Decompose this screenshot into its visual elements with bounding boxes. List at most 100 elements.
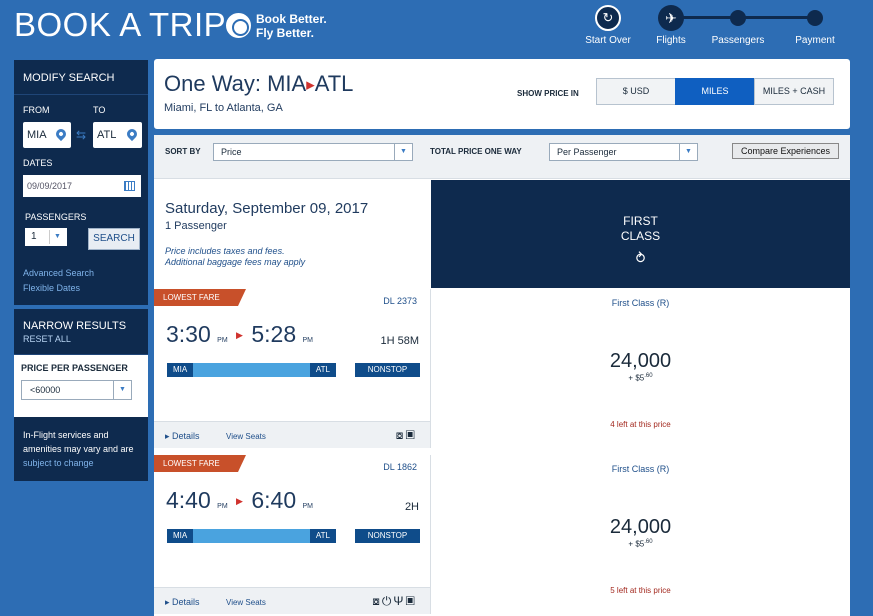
flight-times: 3:30 PM ▶ 5:28 PM <box>166 321 313 348</box>
amenities: ⧇⏻Ψ▣ <box>372 594 417 609</box>
view-seats-link[interactable]: View Seats <box>226 432 266 441</box>
depart-time: 4:40 <box>166 487 211 513</box>
lowest-fare-badge: LOWEST FARE <box>154 289 246 306</box>
step-label: Payment <box>795 35 835 46</box>
flight-footer: ▸ Details View Seats ⧇⏻Ψ▣ <box>154 587 430 614</box>
search-button[interactable]: SEARCH <box>88 228 140 250</box>
price-note-line2: Additional baggage fees may apply <box>165 257 306 267</box>
narrow-results-header: NARROW RESULTS RESET ALL <box>14 309 148 355</box>
flight-row: LOWEST FARE DL 1862 4:40 PM ▶ 6:40 PM 2H… <box>154 455 850 614</box>
step-passengers: Passengers <box>708 5 768 46</box>
from-input[interactable]: MIA <box>23 122 71 148</box>
step-label: Passengers <box>711 35 765 46</box>
subject-to-change-link[interactable]: subject to change <box>23 458 94 468</box>
cash-cents: .60 <box>644 539 653 545</box>
details-link[interactable]: ▸ Details <box>165 431 200 442</box>
view-seats-link[interactable]: View Seats <box>226 598 266 607</box>
route-subtitle: Miami, FL to Atlanta, GA <box>164 102 283 114</box>
tagline-line2: Fly Better. <box>256 26 315 40</box>
chevron-down-icon: ▼ <box>49 230 65 244</box>
chevron-down-icon: ▼ <box>113 381 131 399</box>
seal-icon <box>226 13 251 38</box>
flight-footer: ▸ Details View Seats ⧇▣ <box>154 421 430 448</box>
seats-left: 5 left at this price <box>610 586 671 595</box>
cash-price: + $5.60 <box>431 373 850 383</box>
sort-select[interactable]: Price ▼ <box>213 143 413 161</box>
depart-ampm: PM <box>217 503 228 510</box>
miles-price: 24,000 <box>609 350 672 372</box>
step-start-over[interactable]: ↻ Start Over <box>578 5 638 46</box>
lowest-fare-badge: LOWEST FARE <box>154 455 246 472</box>
to-input[interactable]: ATL <box>93 122 142 148</box>
total-price-value: Per Passenger <box>557 147 617 157</box>
price-select[interactable]: <60000 ▼ <box>21 380 132 400</box>
cabin-line1: FIRST <box>623 214 658 228</box>
step-flights: ✈ Flights <box>641 5 701 46</box>
sort-select-value: Price <box>221 147 242 157</box>
show-price-label: SHOW PRICE IN <box>517 89 579 98</box>
price-select-value: <60000 <box>30 385 61 395</box>
inflight-text: In-Flight services and amenities may var… <box>23 430 134 454</box>
dates-label: DATES <box>23 158 53 168</box>
nonstop-badge: NONSTOP <box>355 363 420 377</box>
route-title: One Way: MIA▶ATL <box>164 71 353 97</box>
wifi-icon: ⧇ <box>395 428 406 442</box>
price-filter: PRICE PER PASSENGER <60000 ▼ <box>14 355 148 417</box>
page-title: BOOK A TRIP <box>14 6 227 43</box>
sort-bar: SORT BY Price ▼ TOTAL PRICE ONE WAY Per … <box>154 135 850 179</box>
from-value: MIA <box>27 129 47 141</box>
miles-price: 24,000 <box>609 516 672 538</box>
price-miles-cash-button[interactable]: MILES + CASH <box>754 78 834 105</box>
travel-date: Saturday, September 09, 2017 <box>165 200 369 217</box>
fare-class: First Class (R) <box>611 298 670 308</box>
power-icon: ⏻ <box>381 594 394 608</box>
results-panel: SORT BY Price ▼ TOTAL PRICE ONE WAY Per … <box>154 135 850 616</box>
route-origin: One Way: MIA <box>164 71 307 96</box>
fare-class: First Class (R) <box>611 464 670 474</box>
narrow-results-title: NARROW RESULTS <box>23 320 127 332</box>
flight-number[interactable]: DL 2373 <box>383 296 417 306</box>
depart-time: 3:30 <box>166 321 211 347</box>
refresh-icon[interactable]: ↻ <box>595 5 621 31</box>
step-label: Flights <box>656 35 686 46</box>
seat-icon: ⥁ <box>635 250 646 266</box>
flexible-dates-link[interactable]: Flexible Dates <box>23 283 80 293</box>
flight-times: 4:40 PM ▶ 6:40 PM <box>166 487 313 514</box>
price-miles-button[interactable]: MILES <box>675 78 755 105</box>
tagline: Book Better. Fly Better. <box>256 12 327 40</box>
arrive-time: 6:40 <box>251 487 297 513</box>
step-dot <box>730 10 746 26</box>
price-note: Price includes taxes and fees. Additiona… <box>165 246 305 268</box>
total-price-select[interactable]: Per Passenger ▼ <box>549 143 698 161</box>
reset-all-link[interactable]: RESET ALL <box>23 334 139 344</box>
amenities: ⧇▣ <box>396 428 417 443</box>
details-link[interactable]: ▸ Details <box>165 597 200 608</box>
date-value: 09/09/2017 <box>27 181 73 191</box>
first-class-fare-cell[interactable]: First Class (R) 24,000 + $5.60 4 left at… <box>431 289 850 448</box>
location-pin-icon <box>53 126 69 142</box>
cabin-line2: CLASS <box>620 229 661 243</box>
arrow-right-icon: ▶ <box>306 79 315 92</box>
calendar-icon[interactable] <box>124 181 135 191</box>
date-input[interactable]: 09/09/2017 <box>23 175 141 197</box>
first-class-fare-cell[interactable]: First Class (R) 24,000 + $5.60 5 left at… <box>431 455 850 614</box>
trip-header: One Way: MIA▶ATL Miami, FL to Atlanta, G… <box>154 59 850 129</box>
flight-number[interactable]: DL 1862 <box>383 462 417 472</box>
route-bar: MIA ATL <box>167 363 336 377</box>
chevron-down-icon: ▼ <box>679 144 697 160</box>
modify-search-title: MODIFY SEARCH <box>14 60 148 95</box>
video-icon: ▣ <box>405 594 417 608</box>
cash-cents: .60 <box>644 373 653 379</box>
depart-ampm: PM <box>217 337 228 344</box>
arrow-right-icon: ▶ <box>236 330 243 341</box>
price-usd-button[interactable]: $ USD <box>596 78 676 105</box>
arrive-ampm: PM <box>302 503 314 510</box>
swap-icon[interactable]: ⇆ <box>76 128 86 142</box>
to-value: ATL <box>97 129 117 141</box>
details-label: Details <box>172 597 200 607</box>
compare-experiences-button[interactable]: Compare Experiences <box>732 143 839 159</box>
step-dot <box>807 10 823 26</box>
advanced-search-link[interactable]: Advanced Search <box>23 268 94 278</box>
passengers-select[interactable]: 1 ▼ <box>25 228 67 246</box>
flight-info: LOWEST FARE DL 2373 3:30 PM ▶ 5:28 PM 1H… <box>154 289 431 448</box>
